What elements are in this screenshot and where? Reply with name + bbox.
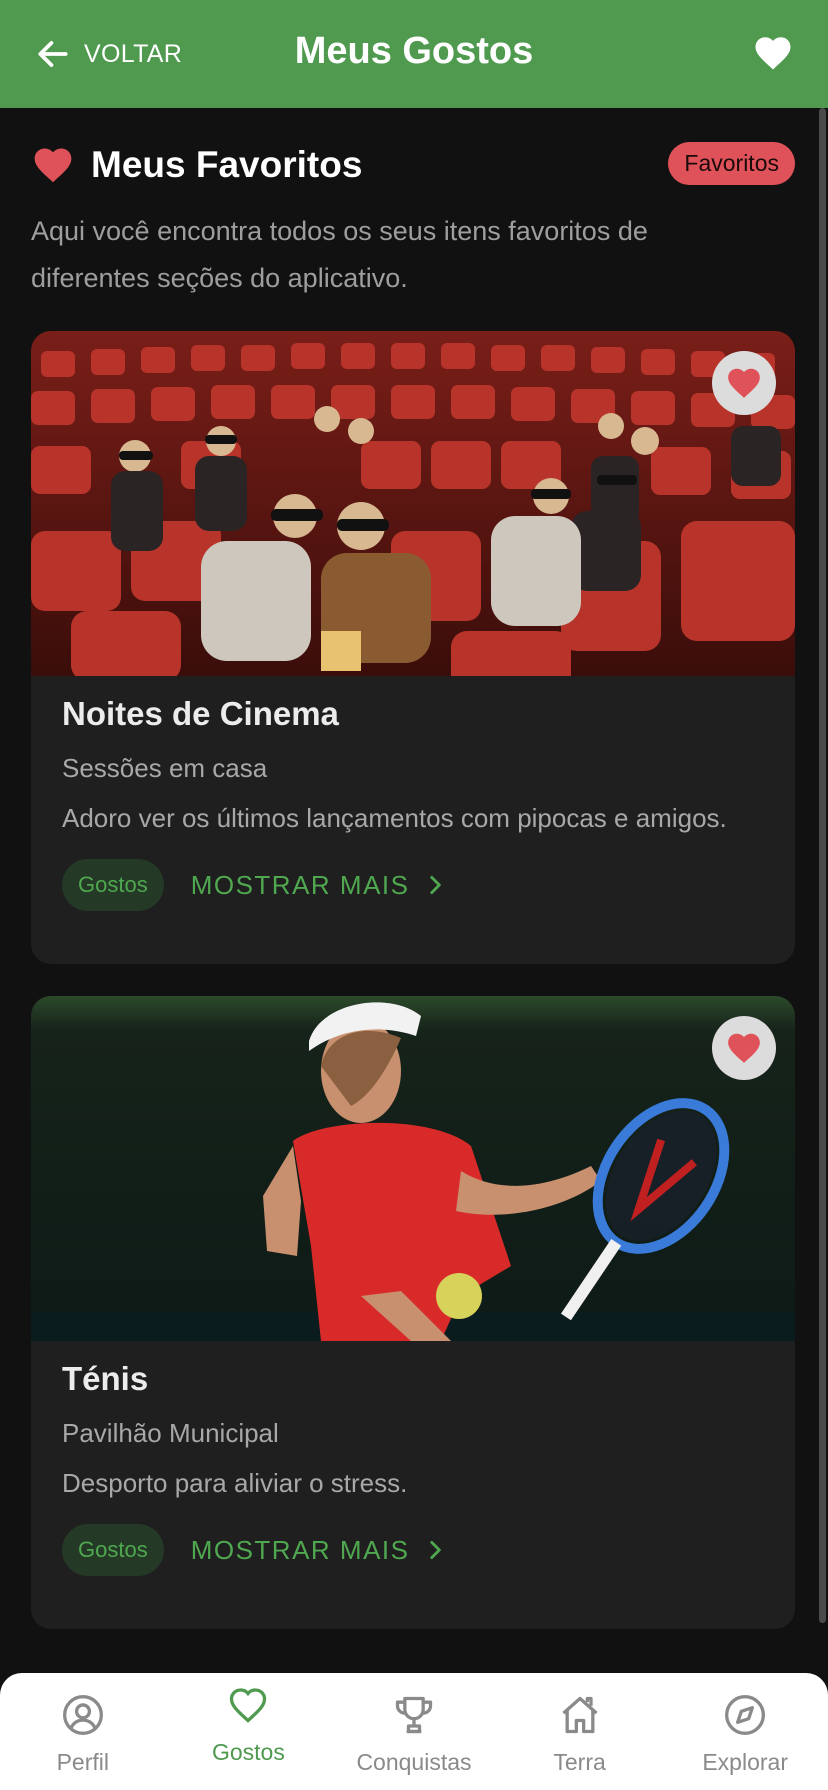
scrollbar[interactable]: [819, 108, 826, 1623]
show-more-label: MOSTRAR MAIS: [190, 869, 410, 900]
nav-item-gostos[interactable]: Gostos: [166, 1673, 332, 1790]
card-body: Ténis Pavilhão Municipal Desporto para a…: [62, 1358, 764, 1576]
show-more-button[interactable]: MOSTRAR MAIS: [191, 1535, 448, 1566]
show-more-button[interactable]: MOSTRAR MAIS: [191, 870, 448, 901]
card-actions: Gostos MOSTRAR MAIS: [62, 859, 764, 911]
page-title: Meus Gostos: [294, 30, 534, 72]
card-title: Noites de Cinema: [62, 695, 339, 732]
favorites-badge: Favoritos: [668, 142, 795, 185]
nav-item-conquistas[interactable]: Conquistas: [331, 1673, 497, 1790]
favorite-toggle[interactable]: [712, 351, 776, 415]
heart-icon[interactable]: [752, 32, 794, 74]
heart-icon: [728, 1033, 760, 1063]
nav-label: Explorar: [702, 1749, 788, 1775]
favorite-card[interactable]: Ténis Pavilhão Municipal Desporto para a…: [31, 996, 795, 1629]
section-title: Meus Favoritos: [91, 144, 363, 185]
tennis-photo: [31, 996, 795, 1341]
nav-label: Gostos: [211, 1739, 285, 1765]
nav-label: Terra: [553, 1749, 606, 1775]
card-description: Adoro ver os últimos lançamentos com pip…: [62, 803, 727, 833]
heart-icon: [34, 148, 72, 183]
compass-icon: [725, 1695, 766, 1735]
card-subtitle: Pavilhão Municipal: [62, 1418, 279, 1448]
section-header: Meus Favoritos Favoritos: [31, 140, 795, 190]
favorite-toggle[interactable]: [712, 1016, 776, 1080]
person-icon: [62, 1695, 103, 1735]
trophy-icon: [395, 1696, 433, 1734]
card-title: Ténis: [62, 1360, 149, 1397]
heart-icon: [728, 368, 760, 398]
card-description: Desporto para aliviar o stress.: [62, 1468, 408, 1498]
category-tag: Gostos: [62, 1524, 164, 1576]
show-more-label: MOSTRAR MAIS: [190, 1534, 410, 1565]
chevron-right-icon: [429, 1541, 441, 1559]
cinema-photo: [31, 331, 795, 676]
favorite-card[interactable]: Noites de Cinema Sessões em casa Adoro v…: [31, 331, 795, 964]
nav-item-perfil[interactable]: Perfil: [0, 1673, 166, 1790]
section-description: Aqui você encontra todos os seus itens f…: [31, 216, 648, 293]
top-app-bar: VOLTAR Meus Gostos: [0, 0, 828, 108]
nav-item-explorar[interactable]: Explorar: [662, 1673, 828, 1790]
nav-item-terra[interactable]: Terra: [497, 1673, 663, 1790]
chevron-right-icon: [429, 876, 441, 894]
card-subtitle: Sessões em casa: [62, 753, 268, 783]
card-actions: Gostos MOSTRAR MAIS: [62, 1524, 764, 1576]
card-body: Noites de Cinema Sessões em casa Adoro v…: [62, 693, 764, 911]
nav-label: Perfil: [56, 1749, 109, 1775]
home-icon: [561, 1696, 598, 1734]
category-tag: Gostos: [62, 859, 164, 911]
heart-icon: [230, 1688, 267, 1723]
nav-label: Conquistas: [356, 1749, 472, 1775]
bottom-nav: Perfil Gostos Conquistas Terra Explorar: [0, 1673, 828, 1790]
